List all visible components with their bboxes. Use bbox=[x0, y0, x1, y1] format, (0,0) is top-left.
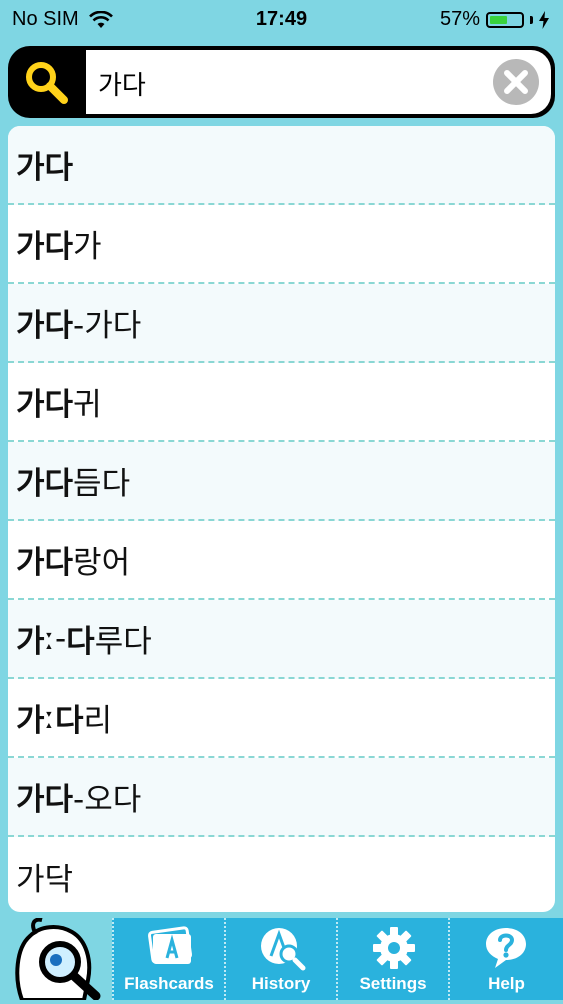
result-rest: 랑어 bbox=[73, 545, 131, 581]
result-rest: 듬다 bbox=[73, 466, 131, 502]
tab-label: Settings bbox=[359, 974, 427, 993]
result-rest: -가다 bbox=[73, 308, 142, 344]
tab-help[interactable]: Help bbox=[448, 918, 563, 1000]
battery-icon bbox=[486, 11, 524, 28]
result-rest: 루다 bbox=[94, 624, 152, 660]
search-bar bbox=[8, 46, 555, 118]
results-list: 가다 가다 가 가다 -가다 가다 귀 가다 듬다 가다 랑어 가 ː- 다 루다 가ː다리 가… bbox=[8, 126, 555, 912]
result-match: 가다 bbox=[16, 229, 74, 265]
result-row[interactable]: 가다 -오다 bbox=[8, 758, 555, 837]
result-rest: ː bbox=[44, 699, 55, 736]
tab-flashcards[interactable]: Flashcards bbox=[112, 918, 224, 1000]
result-match: 가다 bbox=[16, 387, 74, 423]
result-row[interactable]: 가다 랑어 bbox=[8, 521, 555, 600]
result-match: 가다 bbox=[16, 782, 74, 818]
tab-label: Help bbox=[488, 974, 525, 993]
result-match: 가다 bbox=[16, 466, 74, 502]
result-rest: -오다 bbox=[73, 782, 142, 818]
result-rest: 가 bbox=[73, 229, 102, 265]
result-rest: 귀 bbox=[73, 387, 102, 423]
mascot-search-icon[interactable] bbox=[0, 917, 112, 1002]
charging-icon bbox=[539, 10, 549, 29]
help-icon bbox=[486, 928, 526, 968]
close-icon bbox=[504, 70, 528, 94]
clear-button[interactable] bbox=[493, 59, 539, 105]
result-rest: 가닥 bbox=[16, 862, 74, 898]
result-match: 가다 bbox=[16, 150, 74, 186]
result-row[interactable]: 가다 귀 bbox=[8, 363, 555, 442]
result-row[interactable]: 가다 bbox=[8, 126, 555, 205]
result-row[interactable]: 가다 -가다 bbox=[8, 284, 555, 363]
history-icon bbox=[261, 928, 306, 971]
result-rest: ː- bbox=[44, 620, 67, 657]
result-row[interactable]: 가닥 bbox=[8, 837, 555, 912]
tab-label: History bbox=[251, 974, 311, 993]
result-match: 가 bbox=[16, 624, 45, 660]
result-match: 가 bbox=[16, 703, 45, 739]
result-match: 다 bbox=[54, 703, 84, 739]
tab-bar: Flashcards History Settings Help bbox=[0, 917, 563, 1002]
battery-percent: 57% bbox=[439, 8, 480, 30]
result-row[interactable]: 가ː다리 bbox=[8, 679, 555, 758]
tab-settings[interactable]: Settings bbox=[336, 918, 448, 1000]
gear-icon bbox=[373, 927, 415, 969]
flashcards-icon bbox=[147, 926, 193, 964]
result-row[interactable]: 가다 가 bbox=[8, 205, 555, 284]
search-input[interactable] bbox=[96, 50, 490, 116]
result-rest: 리 bbox=[83, 703, 113, 739]
battery-level bbox=[490, 15, 507, 24]
result-row[interactable]: 가 ː- 다 루다 bbox=[8, 600, 555, 679]
search-icon[interactable] bbox=[22, 58, 70, 106]
tab-label: Flashcards bbox=[124, 974, 214, 993]
result-match: 가다 bbox=[16, 308, 74, 344]
search-field bbox=[86, 50, 551, 116]
result-match: 다 bbox=[66, 624, 95, 660]
status-bar: No SIM 17:49 57% bbox=[0, 0, 563, 40]
result-row[interactable]: 가다 듬다 bbox=[8, 442, 555, 521]
result-match: 가다 bbox=[16, 545, 74, 581]
tab-history[interactable]: History bbox=[224, 918, 336, 1000]
